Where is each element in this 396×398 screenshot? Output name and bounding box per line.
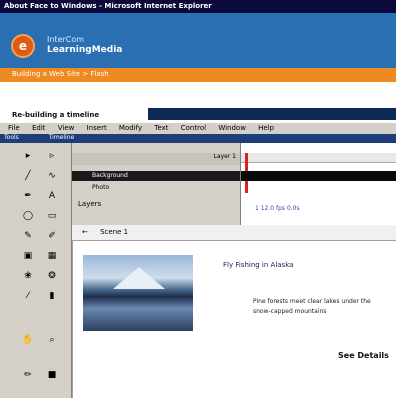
zoom-tool-icon[interactable]: ⌕ [44,333,60,347]
menu-view[interactable]: View [58,124,75,132]
free-transform-tool-icon[interactable]: ▣ [20,249,36,263]
scene-bar: ← Scene 1 [72,225,396,241]
line-tool-icon[interactable]: ╱ [20,169,36,183]
back-arrow-icon[interactable]: ← [82,228,88,236]
menu-modify[interactable]: Modify [119,124,142,132]
scene-label[interactable]: Scene 1 [100,228,128,236]
brush-tool-icon[interactable]: ✐ [44,229,60,243]
lasso-tool-icon[interactable]: ∿ [44,169,60,183]
menu-bar: File Edit View Insert Modify Text Contro… [0,123,396,134]
layer-list: Layer 1 Background Photo Layers [72,143,240,225]
brand-line-1: InterCom [47,35,85,44]
timeline-status: 1 12.0 fps 0.0s [255,205,300,212]
site-banner: e InterCom LearningMedia [0,13,396,68]
stage-title: Fly Fishing in Alaska [223,261,294,269]
arrow-tool-icon[interactable]: ▸ [20,149,36,163]
pencil-tool-icon[interactable]: ✎ [20,229,36,243]
text-tool-icon[interactable]: A [44,189,60,203]
eyedropper-tool-icon[interactable]: ⁄ [20,289,36,303]
breadcrumb[interactable]: Building a Web Site > Flash [0,68,396,82]
frames-grid[interactable]: 1 12.0 fps 0.0s [240,143,396,225]
stage-text-line-1: Pine forests meet clear lakes under the [253,298,371,305]
menu-insert[interactable]: Insert [87,124,107,132]
layer-row-photo[interactable]: Photo [72,183,240,193]
pen-tool-icon[interactable]: ✒ [20,189,36,203]
layer-row-layers[interactable]: Layers [72,199,240,211]
frame-row-selected[interactable] [241,171,396,181]
menu-window[interactable]: Window [218,124,246,132]
timeline-panel-label: Timeline [48,134,75,141]
timeline-panel: Layer 1 Background Photo Layers 1 12.0 f… [72,143,396,225]
eraser-tool-icon[interactable]: ▮ [44,289,60,303]
layer-header: Layer 1 [72,153,240,165]
lake-photo [83,255,193,331]
paint-bucket-tool-icon[interactable]: ❂ [44,269,60,283]
menu-text[interactable]: Text [154,124,168,132]
menu-edit[interactable]: Edit [32,124,46,132]
rectangle-tool-icon[interactable]: ▭ [44,209,60,223]
lesson-header: Re-building a timeline [0,82,396,123]
stage[interactable]: Fly Fishing in Alaska Pine forests meet … [72,241,396,398]
oval-tool-icon[interactable]: ◯ [20,209,36,223]
tools-panel: ▸ ▹ ╱ ∿ ✒ A ◯ ▭ ✎ ✐ ▣ ▦ ❀ ❂ ⁄ ▮ ✋ ⌕ ✏ ■ [0,143,72,398]
brand-line-2: LearningMedia [47,45,123,55]
stage-details-link[interactable]: See Details [338,351,389,360]
fill-transform-tool-icon[interactable]: ▦ [44,249,60,263]
menu-file[interactable]: File [8,124,20,132]
stage-text-line-2: snow-capped mountains [253,308,327,315]
stroke-color-icon[interactable]: ✏ [20,368,36,382]
fill-color-icon[interactable]: ■ [44,368,60,382]
tools-panel-label: Tools [4,134,19,141]
ink-bottle-tool-icon[interactable]: ❀ [20,269,36,283]
layer-row-background[interactable]: Background [72,171,240,181]
menu-control[interactable]: Control [181,124,206,132]
mountain-shape [113,267,165,289]
lesson-tab-bar [148,108,396,120]
frame-ruler[interactable] [241,153,396,163]
panel-header-bar: Tools Timeline [0,134,396,143]
window-titlebar: About Face to Windows - Microsoft Intern… [0,0,396,13]
lesson-title: Re-building a timeline [12,111,100,119]
subselect-tool-icon[interactable]: ▹ [44,149,60,163]
logo-icon: e [11,34,35,58]
hand-tool-icon[interactable]: ✋ [20,333,36,347]
menu-help[interactable]: Help [258,124,274,132]
